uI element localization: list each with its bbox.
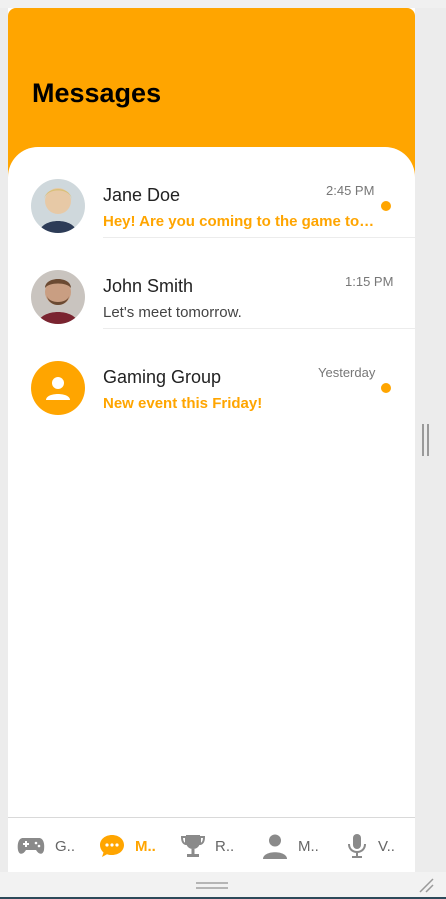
person-icon <box>263 834 287 859</box>
microphone-icon <box>348 834 366 858</box>
nav-label-rankings: R.. <box>215 837 235 855</box>
conversation-name: Gaming Group <box>103 367 222 387</box>
unread-dot <box>381 383 391 393</box>
conversation-item-john-smith[interactable]: John Smith 1:15 PM Let's meet tomorrow. <box>8 238 415 329</box>
messages-app: Messages Jane Doe 2:45 PM Hey! Are you c… <box>8 8 415 872</box>
conversation-time: Yesterday <box>318 365 376 380</box>
drag-grip[interactable] <box>196 887 228 889</box>
page-title: Messages <box>32 78 162 108</box>
john-avatar <box>31 270 85 324</box>
window-frame: Messages Jane Doe 2:45 PM Hey! Are you c… <box>0 0 446 899</box>
nav-label-games: G.. <box>55 837 76 855</box>
window-top-strip <box>0 0 446 8</box>
conversation-preview: Hey! Are you coming to the game tonight? <box>103 213 383 230</box>
unread-dot <box>381 201 391 211</box>
nav-label-voice: V.. <box>378 837 395 855</box>
nav-item-voice[interactable]: V.. <box>346 832 395 860</box>
nav-label-messages: M.. <box>135 837 156 855</box>
nav-item-messages[interactable]: M.. <box>99 832 156 860</box>
conversation-preview: New event this Friday! <box>103 395 263 412</box>
conversation-time: 2:45 PM <box>326 183 375 198</box>
nav-item-rankings[interactable]: R.. <box>181 832 234 860</box>
conversation-preview: Let's meet tomorrow. <box>103 304 242 321</box>
jane-avatar <box>31 179 85 233</box>
drag-grip[interactable] <box>196 882 228 884</box>
conversation-name: John Smith <box>103 276 194 296</box>
nav-item-games[interactable]: G.. <box>17 832 75 860</box>
nav-label-profile: M.. <box>298 837 319 855</box>
conversation-item-gaming-group[interactable]: Gaming Group Yesterday New event this Fr… <box>8 329 415 420</box>
conversation-list: Jane Doe 2:45 PM Hey! Are you coming to … <box>8 147 415 817</box>
chat-bubble-icon <box>100 835 124 857</box>
window-bottom-bar <box>0 872 446 899</box>
gamepad-icon <box>17 838 45 854</box>
bottom-nav: G.. M.. R.. M.. V.. <box>8 817 415 872</box>
nav-item-profile[interactable]: M.. <box>262 832 319 860</box>
conversation-item-jane-doe[interactable]: Jane Doe 2:45 PM Hey! Are you coming to … <box>8 147 415 238</box>
conversation-name: Jane Doe <box>103 185 181 205</box>
resize-handle[interactable] <box>422 424 430 456</box>
conversation-time: 1:15 PM <box>345 274 394 289</box>
group-icon <box>31 361 85 415</box>
trophy-icon <box>181 835 205 857</box>
resize-corner-icon[interactable] <box>418 877 434 893</box>
